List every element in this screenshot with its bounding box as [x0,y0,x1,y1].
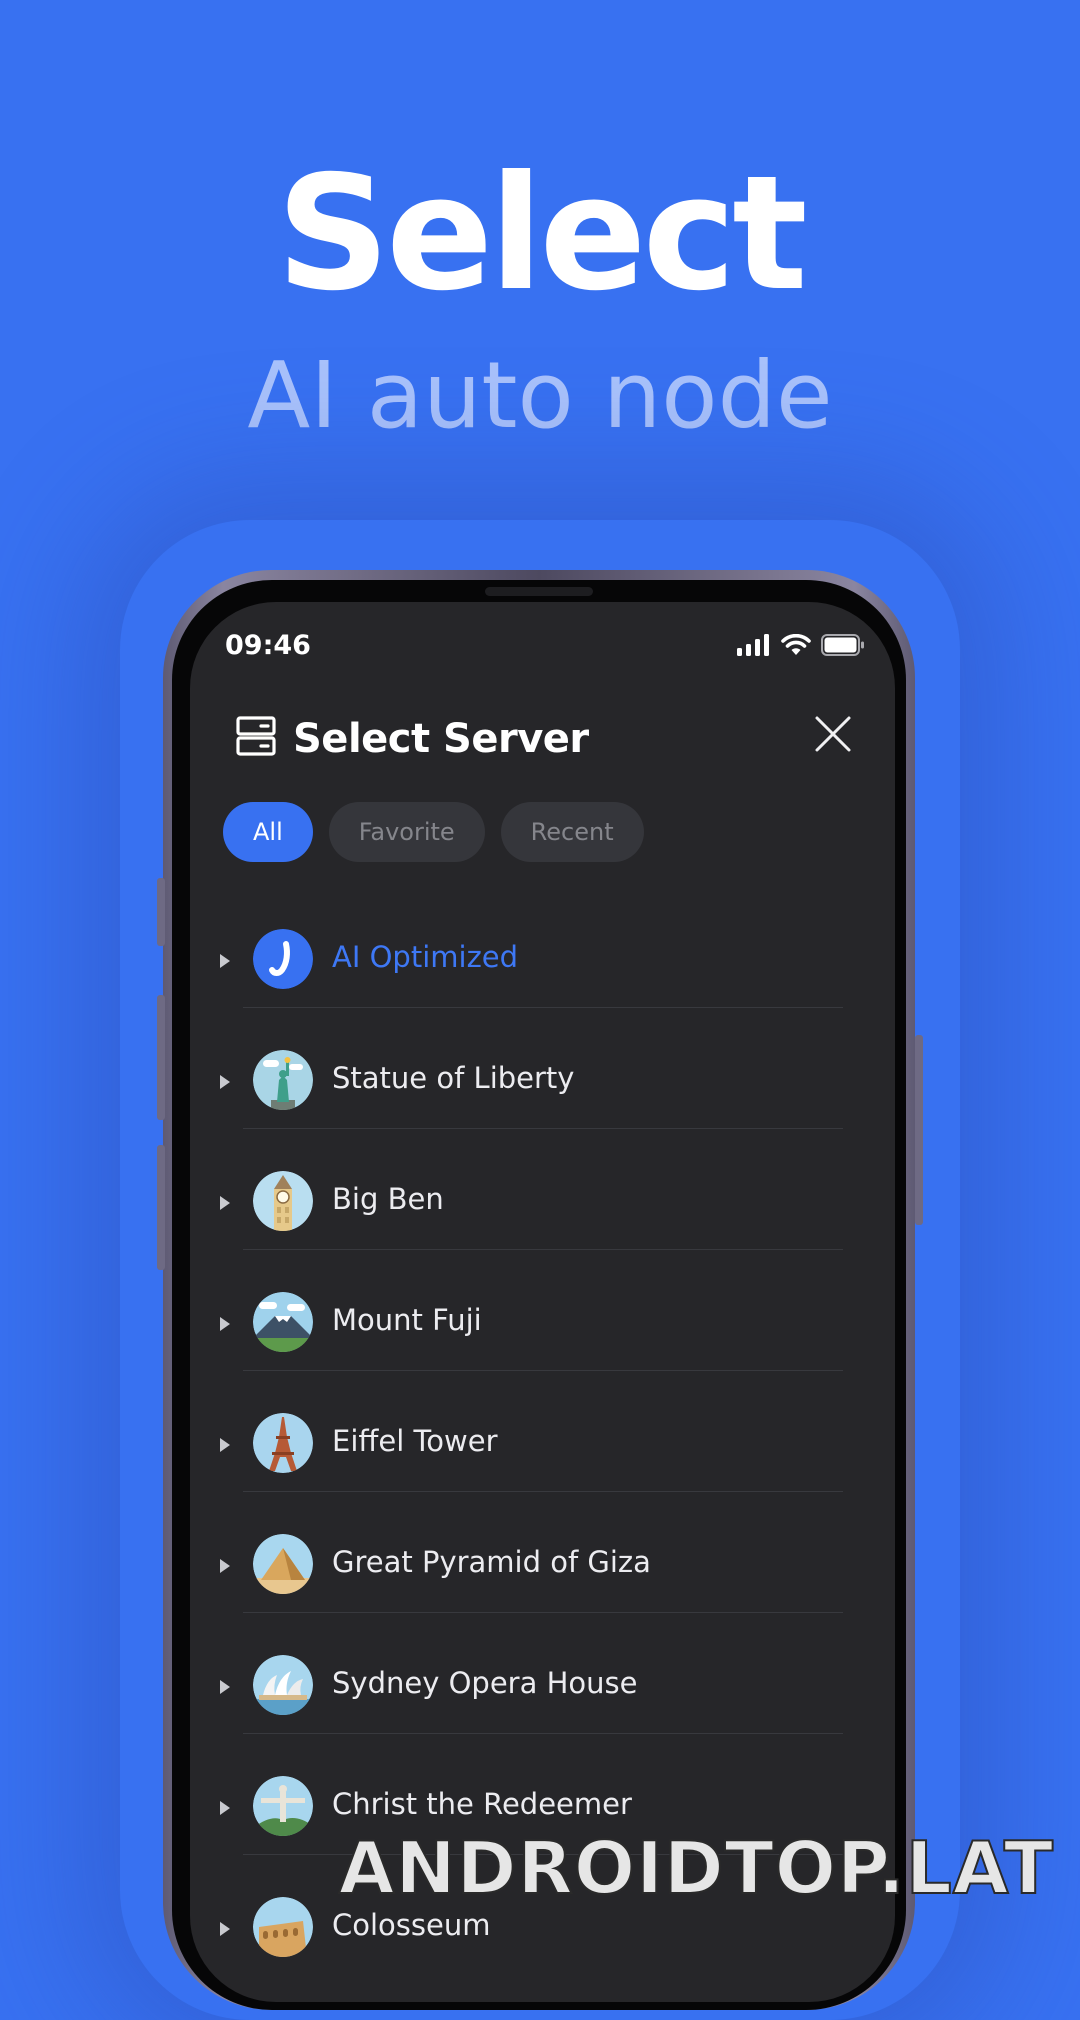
pyramid-icon [253,1534,313,1594]
expand-arrow-icon[interactable] [220,954,230,968]
phone-volume-down-button [157,1145,165,1270]
phone-volume-up-button [157,995,165,1120]
filter-tabs: All Favorite Recent [223,802,644,862]
expand-arrow-icon[interactable] [220,1196,230,1210]
dialog-header: Select Server [235,715,589,762]
divider [243,1733,843,1734]
server-row-statue-of-liberty[interactable]: Statue of Liberty [190,1033,895,1154]
status-time: 09:46 [225,630,311,661]
status-icons [737,633,865,661]
headline-subtitle: AI auto node [247,342,833,449]
divider [243,1491,843,1492]
expand-arrow-icon[interactable] [220,1075,230,1089]
eiffel-tower-icon [253,1413,313,1473]
server-label: Colosseum [332,1908,491,1942]
server-row-eiffel-tower[interactable]: Eiffel Tower [190,1396,895,1517]
ai-logo-icon [253,929,313,989]
expand-arrow-icon[interactable] [220,1559,230,1573]
colosseum-icon [253,1897,313,1957]
server-label: Sydney Opera House [332,1666,638,1700]
divider [243,1370,843,1371]
server-row-sydney-opera-house[interactable]: Sydney Opera House [190,1638,895,1759]
server-icon [235,715,277,762]
close-icon [815,716,851,752]
server-label: Mount Fuji [332,1303,482,1337]
server-row-great-pyramid[interactable]: Great Pyramid of Giza [190,1517,895,1638]
opera-house-icon [253,1655,313,1715]
server-label: Christ the Redeemer [332,1787,632,1821]
battery-icon [821,634,865,661]
server-label: Statue of Liberty [332,1061,575,1095]
christ-redeemer-icon [253,1776,313,1836]
signal-icon [737,634,771,661]
server-row-mount-fuji[interactable]: Mount Fuji [190,1275,895,1396]
divider [243,1128,843,1129]
watermark: ANDROIDTOP.LAT [338,1826,1054,1910]
big-ben-icon [253,1171,313,1231]
server-label: Big Ben [332,1182,444,1216]
expand-arrow-icon[interactable] [220,1438,230,1452]
server-row-big-ben[interactable]: Big Ben [190,1154,895,1275]
headline-title: Select [276,142,807,326]
statue-of-liberty-icon [253,1050,313,1110]
tab-favorite[interactable]: Favorite [328,802,485,862]
expand-arrow-icon[interactable] [220,1680,230,1694]
divider [243,1249,843,1250]
expand-arrow-icon[interactable] [220,1922,230,1936]
tab-all[interactable]: All [223,802,313,862]
phone-power-button [915,1035,923,1225]
divider [243,1007,843,1008]
phone-speaker [485,587,593,596]
phone-mute-button [157,878,165,946]
close-button[interactable] [811,712,855,756]
tab-recent[interactable]: Recent [500,802,644,862]
divider [243,1612,843,1613]
wifi-icon [781,633,811,661]
phone-screen: 09:46 Select Server All Favorite Recent … [190,602,895,2002]
dialog-title: Select Server [293,715,589,762]
server-label: AI Optimized [332,940,519,974]
server-label: Eiffel Tower [332,1424,498,1458]
server-label: Great Pyramid of Giza [332,1545,651,1579]
server-row-ai-optimized[interactable]: AI Optimized [190,912,895,1033]
mount-fuji-icon [253,1292,313,1352]
expand-arrow-icon[interactable] [220,1801,230,1815]
expand-arrow-icon[interactable] [220,1317,230,1331]
